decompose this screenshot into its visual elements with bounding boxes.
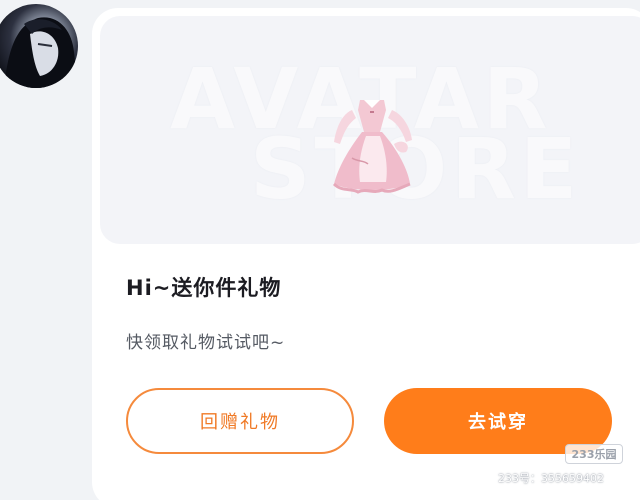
gift-page: AVATAR STORE Hi~送你件礼物 快领取礼物试试吧~ 回赠礼物 去试穿… xyxy=(0,0,640,500)
return-gift-button[interactable]: 回赠礼物 xyxy=(126,388,354,454)
greeting-subtitle: 快领取礼物试试吧~ xyxy=(126,333,286,353)
avatar[interactable] xyxy=(0,4,78,88)
avatar-store-banner: AVATAR STORE xyxy=(100,16,640,244)
gift-card: AVATAR STORE Hi~送你件礼物 快领取礼物试试吧~ 回赠礼物 去试穿 xyxy=(92,8,640,500)
avatar-image xyxy=(4,17,78,88)
watermark-id: 233号：355659402 xyxy=(498,472,604,485)
greeting-title: Hi~送你件礼物 xyxy=(126,276,282,300)
dress-icon[interactable] xyxy=(322,88,422,198)
watermark-logo: 233乐园 xyxy=(565,444,623,464)
